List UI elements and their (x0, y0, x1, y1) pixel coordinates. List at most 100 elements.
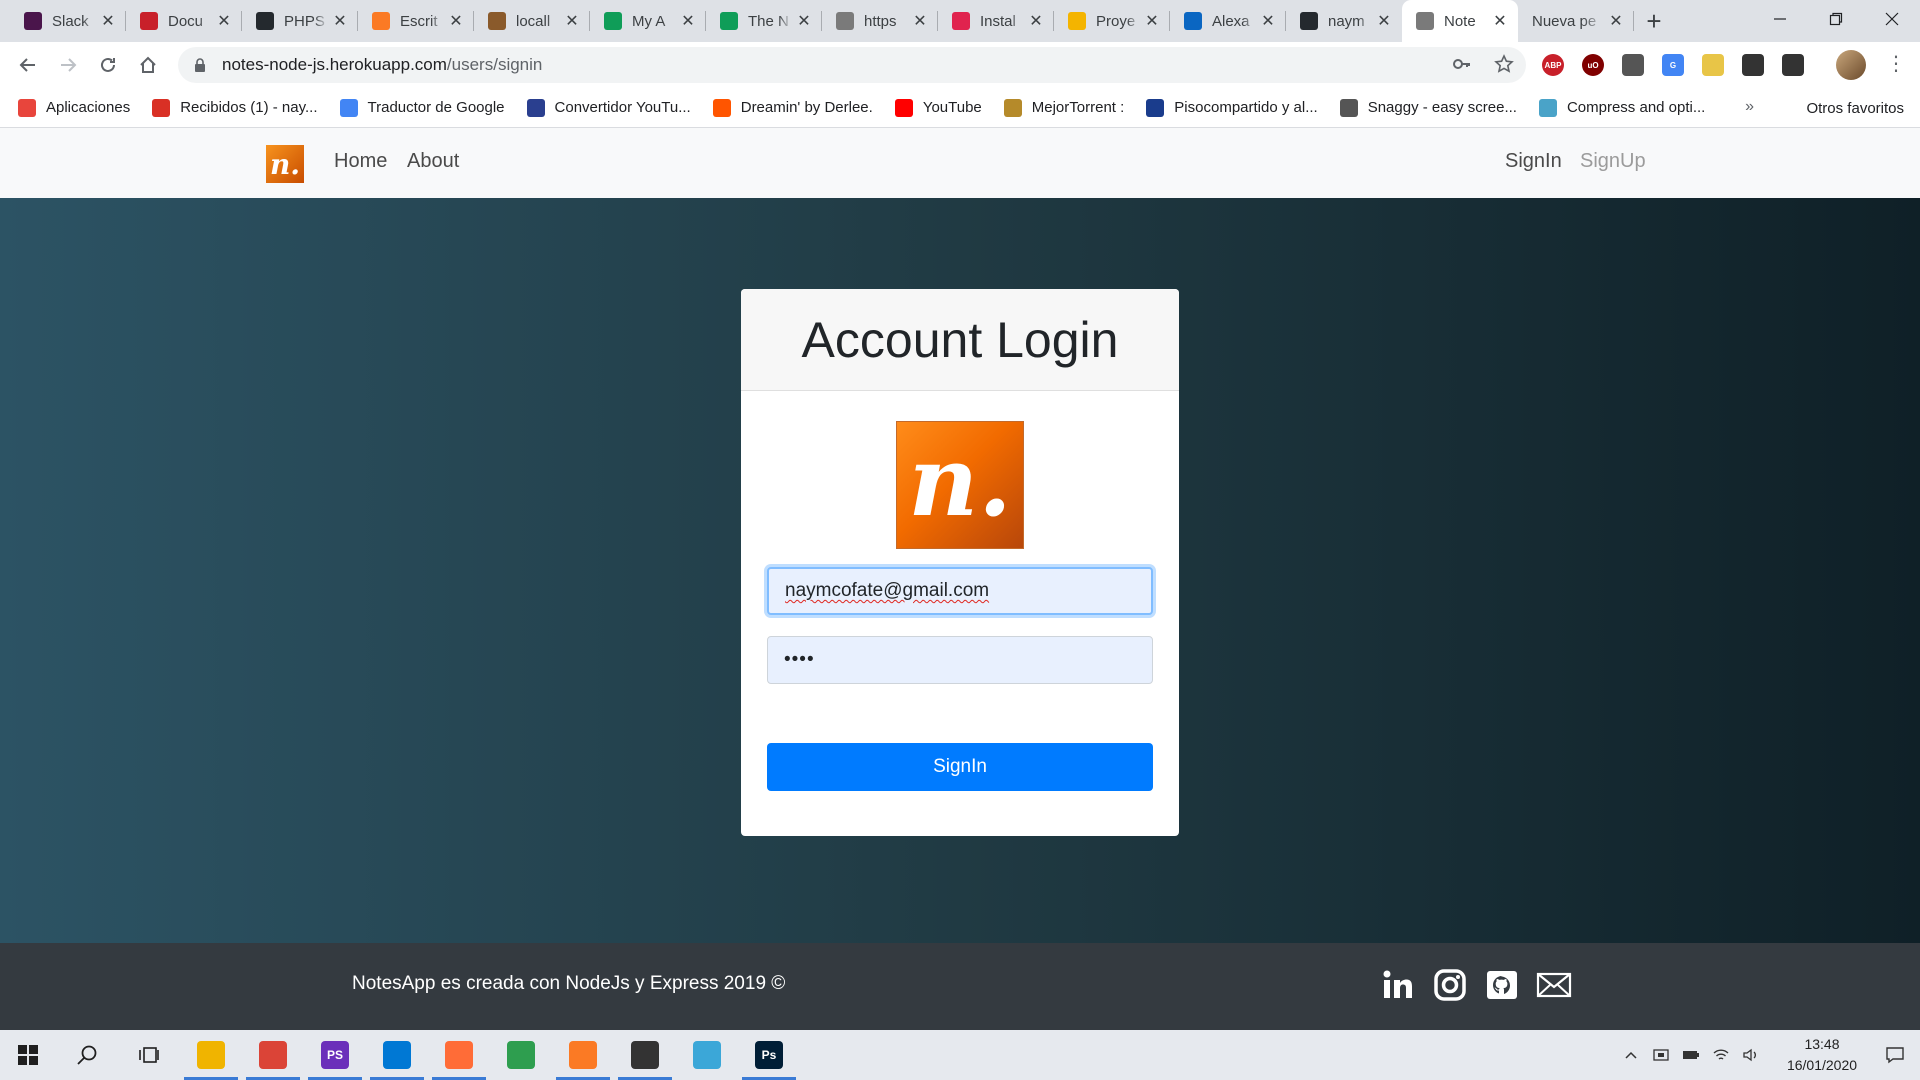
bookmark-item[interactable]: Compress and opti... (1538, 98, 1705, 117)
close-window-button[interactable] (1864, 0, 1920, 38)
close-tab-icon[interactable]: ✕ (216, 11, 232, 31)
star-icon[interactable] (1494, 54, 1514, 74)
taskbar-app[interactable] (552, 1030, 614, 1080)
battery-icon[interactable] (1676, 1047, 1706, 1063)
start-button[interactable] (0, 1030, 56, 1080)
globe-icon (836, 12, 854, 30)
browser-tab[interactable]: https ✕ (822, 0, 938, 42)
mail-icon[interactable] (1536, 967, 1572, 1003)
browser-tab[interactable]: Instal ✕ (938, 0, 1054, 42)
url-text[interactable]: notes-node-js.herokuapp.com/users/signin (222, 55, 542, 75)
close-tab-icon[interactable]: ✕ (1376, 11, 1392, 31)
close-tab-icon[interactable]: ✕ (1028, 11, 1044, 31)
taskbar-app[interactable] (676, 1030, 738, 1080)
bookmark-label: Aplicaciones (46, 99, 131, 116)
bookmark-item[interactable]: Traductor de Google (339, 98, 505, 117)
taskbar-app[interactable] (428, 1030, 490, 1080)
close-tab-icon[interactable]: ✕ (1144, 11, 1160, 31)
taskbar-app[interactable] (242, 1030, 304, 1080)
minimize-button[interactable] (1752, 0, 1808, 38)
browser-tab[interactable]: The N ✕ (706, 0, 822, 42)
nav-signup-link[interactable]: SignUp (1580, 150, 1646, 173)
back-button[interactable] (8, 45, 48, 85)
site-brand-logo[interactable]: n. (266, 145, 304, 183)
bookmark-item[interactable]: Snaggy - easy scree... (1339, 98, 1517, 117)
extension-icon[interactable]: uO (1580, 52, 1606, 78)
volume-icon[interactable] (1736, 1047, 1766, 1063)
bookmark-label: Traductor de Google (367, 99, 505, 116)
taskbar-app[interactable] (614, 1030, 676, 1080)
browser-tab[interactable]: Escrit ✕ (358, 0, 474, 42)
close-tab-icon[interactable]: ✕ (448, 11, 464, 31)
taskbar-app[interactable]: PS (304, 1030, 366, 1080)
close-tab-icon[interactable]: ✕ (1260, 11, 1276, 31)
bookmark-item[interactable]: YouTube (894, 98, 982, 117)
browser-tab[interactable]: Alexa ✕ (1170, 0, 1286, 42)
other-bookmarks[interactable]: Otros favoritos (1806, 88, 1904, 128)
bookmark-label: Recibidos (1) - nay... (180, 99, 318, 116)
taskbar-app[interactable] (490, 1030, 552, 1080)
nav-signin-link[interactable]: SignIn (1505, 150, 1562, 173)
clock[interactable]: 13:48 16/01/2020 (1774, 1034, 1870, 1076)
bookmark-item[interactable]: Recibidos (1) - nay... (152, 98, 318, 117)
close-tab-icon[interactable]: ✕ (680, 11, 696, 31)
wifi-icon[interactable] (1706, 1047, 1736, 1063)
defender-icon[interactable] (1646, 1047, 1676, 1063)
lock-icon[interactable] (192, 57, 208, 73)
extension-icon[interactable]: ABP (1540, 52, 1566, 78)
close-tab-icon[interactable]: ✕ (1608, 11, 1624, 31)
extension-icon[interactable] (1620, 52, 1646, 78)
bookmark-item[interactable]: Dreamin' by Derlee. (712, 98, 873, 117)
bookmark-item[interactable]: Pisocompartido y al... (1146, 98, 1318, 117)
browser-tab[interactable]: My A ✕ (590, 0, 706, 42)
email-field[interactable]: naymcofate@gmail.com (767, 567, 1153, 615)
task-view-button[interactable] (118, 1030, 180, 1080)
instagram-icon[interactable] (1432, 967, 1468, 1003)
close-tab-icon[interactable]: ✕ (564, 11, 580, 31)
browser-tab[interactable]: Note ✕ (1402, 0, 1518, 42)
extension-badge: G (1662, 54, 1684, 76)
bookmark-item[interactable]: Aplicaciones (18, 98, 131, 117)
key-icon[interactable] (1452, 54, 1472, 74)
github-icon[interactable] (1484, 967, 1520, 1003)
new-tab-button[interactable]: + (1634, 0, 1674, 42)
browser-tab[interactable]: Docu ✕ (126, 0, 242, 42)
bookmark-item[interactable]: Convertidor YouTu... (526, 98, 691, 117)
menu-kebab-icon[interactable]: ⋮ (1886, 54, 1906, 74)
browser-tab[interactable]: locall ✕ (474, 0, 590, 42)
action-center-button[interactable] (1870, 1045, 1920, 1065)
close-tab-icon[interactable]: ✕ (796, 11, 812, 31)
taskbar-app[interactable] (180, 1030, 242, 1080)
signin-button[interactable]: SignIn (767, 743, 1153, 791)
close-tab-icon[interactable]: ✕ (1492, 11, 1508, 31)
close-tab-icon[interactable]: ✕ (332, 11, 348, 31)
bookmark-item[interactable]: MejorTorrent : (1003, 98, 1124, 117)
extension-icon[interactable] (1780, 52, 1806, 78)
browser-tab[interactable]: Nueva pe ✕ (1518, 0, 1634, 42)
close-tab-icon[interactable]: ✕ (100, 11, 116, 31)
chrome-icon (259, 1041, 287, 1069)
forward-button[interactable] (48, 45, 88, 85)
browser-tab[interactable]: naym ✕ (1286, 0, 1402, 42)
browser-tab[interactable]: PHPS ✕ (242, 0, 358, 42)
password-field[interactable]: •••• (767, 636, 1153, 684)
address-bar[interactable]: notes-node-js.herokuapp.com/users/signin (178, 47, 1526, 83)
nav-home-link[interactable]: Home (334, 150, 387, 173)
browser-tab[interactable]: Slack ✕ (10, 0, 126, 42)
chevron-up-icon[interactable] (1616, 1048, 1646, 1062)
profile-avatar[interactable] (1836, 50, 1866, 80)
restore-button[interactable] (1808, 0, 1864, 38)
extension-icon[interactable] (1740, 52, 1766, 78)
reload-button[interactable] (88, 45, 128, 85)
browser-tab[interactable]: Proye ✕ (1054, 0, 1170, 42)
taskbar-app[interactable]: Ps (738, 1030, 800, 1080)
nav-about-link[interactable]: About (407, 150, 459, 173)
search-button[interactable] (56, 1030, 118, 1080)
bookmarks-overflow-button[interactable]: » (1745, 98, 1754, 116)
close-tab-icon[interactable]: ✕ (912, 11, 928, 31)
linkedin-icon[interactable] (1380, 967, 1416, 1003)
home-button[interactable] (128, 45, 168, 85)
extension-icon[interactable]: G (1660, 52, 1686, 78)
extension-icon[interactable] (1700, 52, 1726, 78)
taskbar-app[interactable] (366, 1030, 428, 1080)
